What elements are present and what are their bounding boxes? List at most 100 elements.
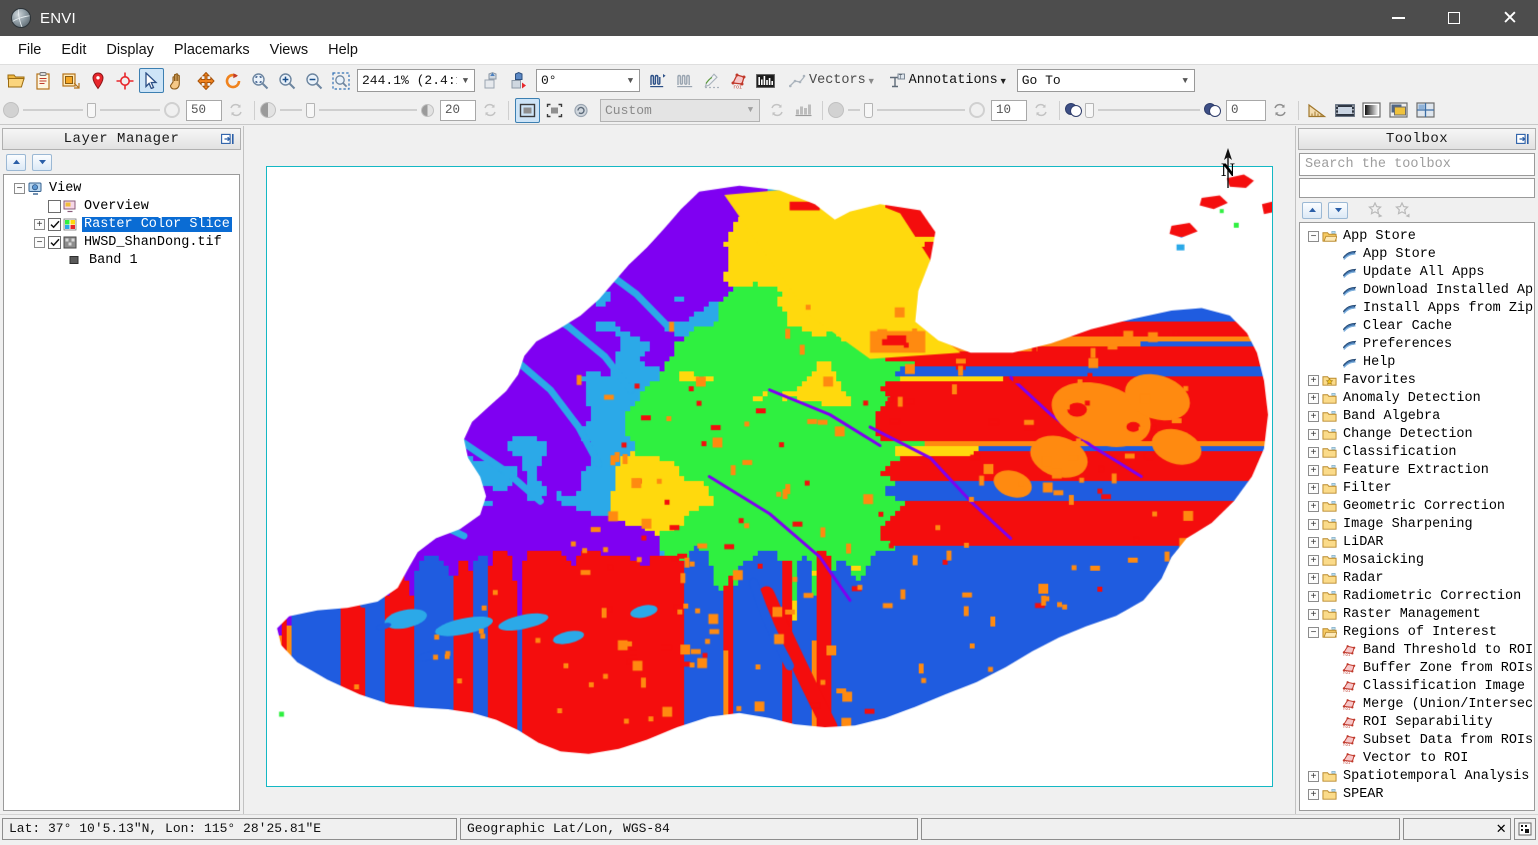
menu-file[interactable]: File [8,39,51,61]
layer-move-down-button[interactable] [32,153,52,171]
tree-item[interactable]: + Classification [1300,443,1534,461]
toolbox-move-down-button[interactable] [1328,201,1348,219]
layer-visibility-checkbox[interactable] [48,217,61,231]
blend-reset-button[interactable] [1267,98,1292,123]
tree-item[interactable]: roi Vector to ROI [1300,749,1534,767]
magnifier-plus-icon[interactable] [274,68,299,93]
tree-item[interactable]: + Radiometric Correction [1300,587,1534,605]
tree-expander[interactable]: + [1308,374,1319,386]
close-button[interactable]: ✕ [1482,0,1538,36]
roi-polygon-icon[interactable]: roi [726,68,751,93]
image-canvas-frame[interactable] [266,166,1273,787]
crosshair-icon[interactable] [112,68,137,93]
tree-item[interactable]: + Favorites [1300,371,1534,389]
tree-item[interactable]: + LiDAR [1300,533,1534,551]
tree-item[interactable]: Update All Apps [1300,263,1534,281]
menu-views[interactable]: Views [260,39,318,61]
brightness-reset-button[interactable] [477,98,502,123]
tree-item[interactable]: + Image Sharpening [1300,515,1534,533]
pin-panel-icon[interactable] [1514,131,1531,148]
tree-item[interactable]: Band 1 [4,251,239,269]
brightness-slider[interactable] [260,102,434,118]
stretch-settings-button[interactable] [791,98,816,123]
tree-item[interactable]: Download Installed Apps [1300,281,1534,299]
tree-item[interactable]: + Mosaicking [1300,551,1534,569]
pencil-profile-icon[interactable] [699,68,724,93]
polyline-icon[interactable] [645,68,670,93]
menu-help[interactable]: Help [318,39,368,61]
blend-value-input[interactable]: 0 [1226,99,1266,121]
go-to-combo[interactable]: Go To ▼ [1016,69,1195,92]
menu-display[interactable]: Display [96,39,164,61]
sharpen-value-input[interactable]: 10 [991,99,1027,121]
tree-item[interactable]: − View [4,179,239,197]
map-view-area[interactable]: N [244,126,1295,814]
maximize-button[interactable] [1426,0,1482,36]
zoom-level-combo[interactable]: 244.1% (2.4:1 ▼ [357,69,475,92]
tree-expander[interactable]: − [14,182,25,194]
raster-color-slice-canvas[interactable] [267,167,1272,786]
tree-item[interactable]: Preferences [1300,335,1534,353]
select-tool-button[interactable] [139,68,164,93]
tree-item[interactable]: − Regions of Interest [1300,623,1534,641]
resize-grip-icon[interactable] [1514,817,1536,840]
north-up-button[interactable] [479,68,504,93]
swipe-icon[interactable] [1413,98,1438,123]
crop-raster-button[interactable] [58,68,83,93]
fit-data-icon[interactable] [542,98,567,123]
histogram-icon[interactable] [753,68,778,93]
tree-item[interactable]: roi ROI Separability [1300,713,1534,731]
brightness-value-input[interactable]: 20 [440,99,476,121]
tree-expander[interactable]: + [1308,392,1319,404]
star-remove-icon[interactable] [1393,201,1414,220]
tree-expander[interactable]: + [1308,428,1319,440]
toolbox-move-up-button[interactable] [1302,201,1322,219]
tree-item[interactable]: roi Merge (Union/Intersection) [1300,695,1534,713]
tree-expander[interactable]: − [1308,230,1319,242]
tree-item[interactable]: + Band Algebra [1300,407,1534,425]
rotation-angle-combo[interactable]: 0° ▼ [536,69,640,92]
tree-item[interactable]: + Geometric Correction [1300,497,1534,515]
flicker-icon[interactable] [1386,98,1411,123]
tree-item[interactable]: − App Store [1300,227,1534,245]
magnifier-marquee-icon[interactable] [328,68,353,93]
open-file-button[interactable] [4,68,29,93]
stretch-type-combo[interactable]: Custom ▼ [600,98,760,122]
menu-edit[interactable]: Edit [51,39,96,61]
toolbox-filter-box[interactable] [1299,178,1535,198]
fit-window-icon[interactable] [515,97,540,123]
tree-item[interactable]: roi Band Threshold to ROI [1300,641,1534,659]
tree-expander[interactable]: + [1308,554,1319,566]
map-pin-icon[interactable] [85,68,110,93]
portal-icon[interactable] [1359,98,1384,123]
star-add-icon[interactable] [1366,201,1387,220]
blend-slider[interactable] [1085,102,1222,118]
tree-item[interactable]: + Raster Color Slice [4,215,239,233]
tree-expander[interactable]: + [1308,572,1319,584]
tree-item[interactable]: Overview [4,197,239,215]
transparency-slider[interactable] [3,102,180,118]
layer-move-up-button[interactable] [6,153,26,171]
tree-item[interactable]: + Change Detection [1300,425,1534,443]
tree-item[interactable]: + Raster Management [1300,605,1534,623]
tree-item[interactable]: roi Classification Image [1300,677,1534,695]
tree-expander[interactable]: + [34,218,45,230]
filmstrip-icon[interactable] [1332,98,1357,123]
transparency-handle[interactable] [87,102,96,118]
tree-expander[interactable]: − [1308,626,1319,638]
vectors-menu[interactable]: Vectors ▼ [789,73,876,88]
tree-item[interactable]: App Store [1300,245,1534,263]
cancel-x-icon[interactable]: ✕ [1496,820,1506,838]
hand-icon[interactable] [166,68,191,93]
paste-button[interactable] [31,68,56,93]
layer-visibility-checkbox[interactable] [48,199,61,213]
four-arrows-icon[interactable] [193,68,218,93]
toolbox-tree[interactable]: − App Store App Store Update All Apps Downlo… [1299,222,1535,811]
ruler-icon[interactable] [1305,98,1330,123]
tree-item[interactable]: + SPEAR [1300,785,1534,803]
layer-tree[interactable]: − View Overview + Raster Color Slice − HWSD_Sh… [3,174,240,811]
rotate-north-button[interactable] [506,68,531,93]
tree-item[interactable]: + Radar [1300,569,1534,587]
tree-item[interactable]: + Feature Extraction [1300,461,1534,479]
spectral-profile-icon[interactable] [672,68,697,93]
